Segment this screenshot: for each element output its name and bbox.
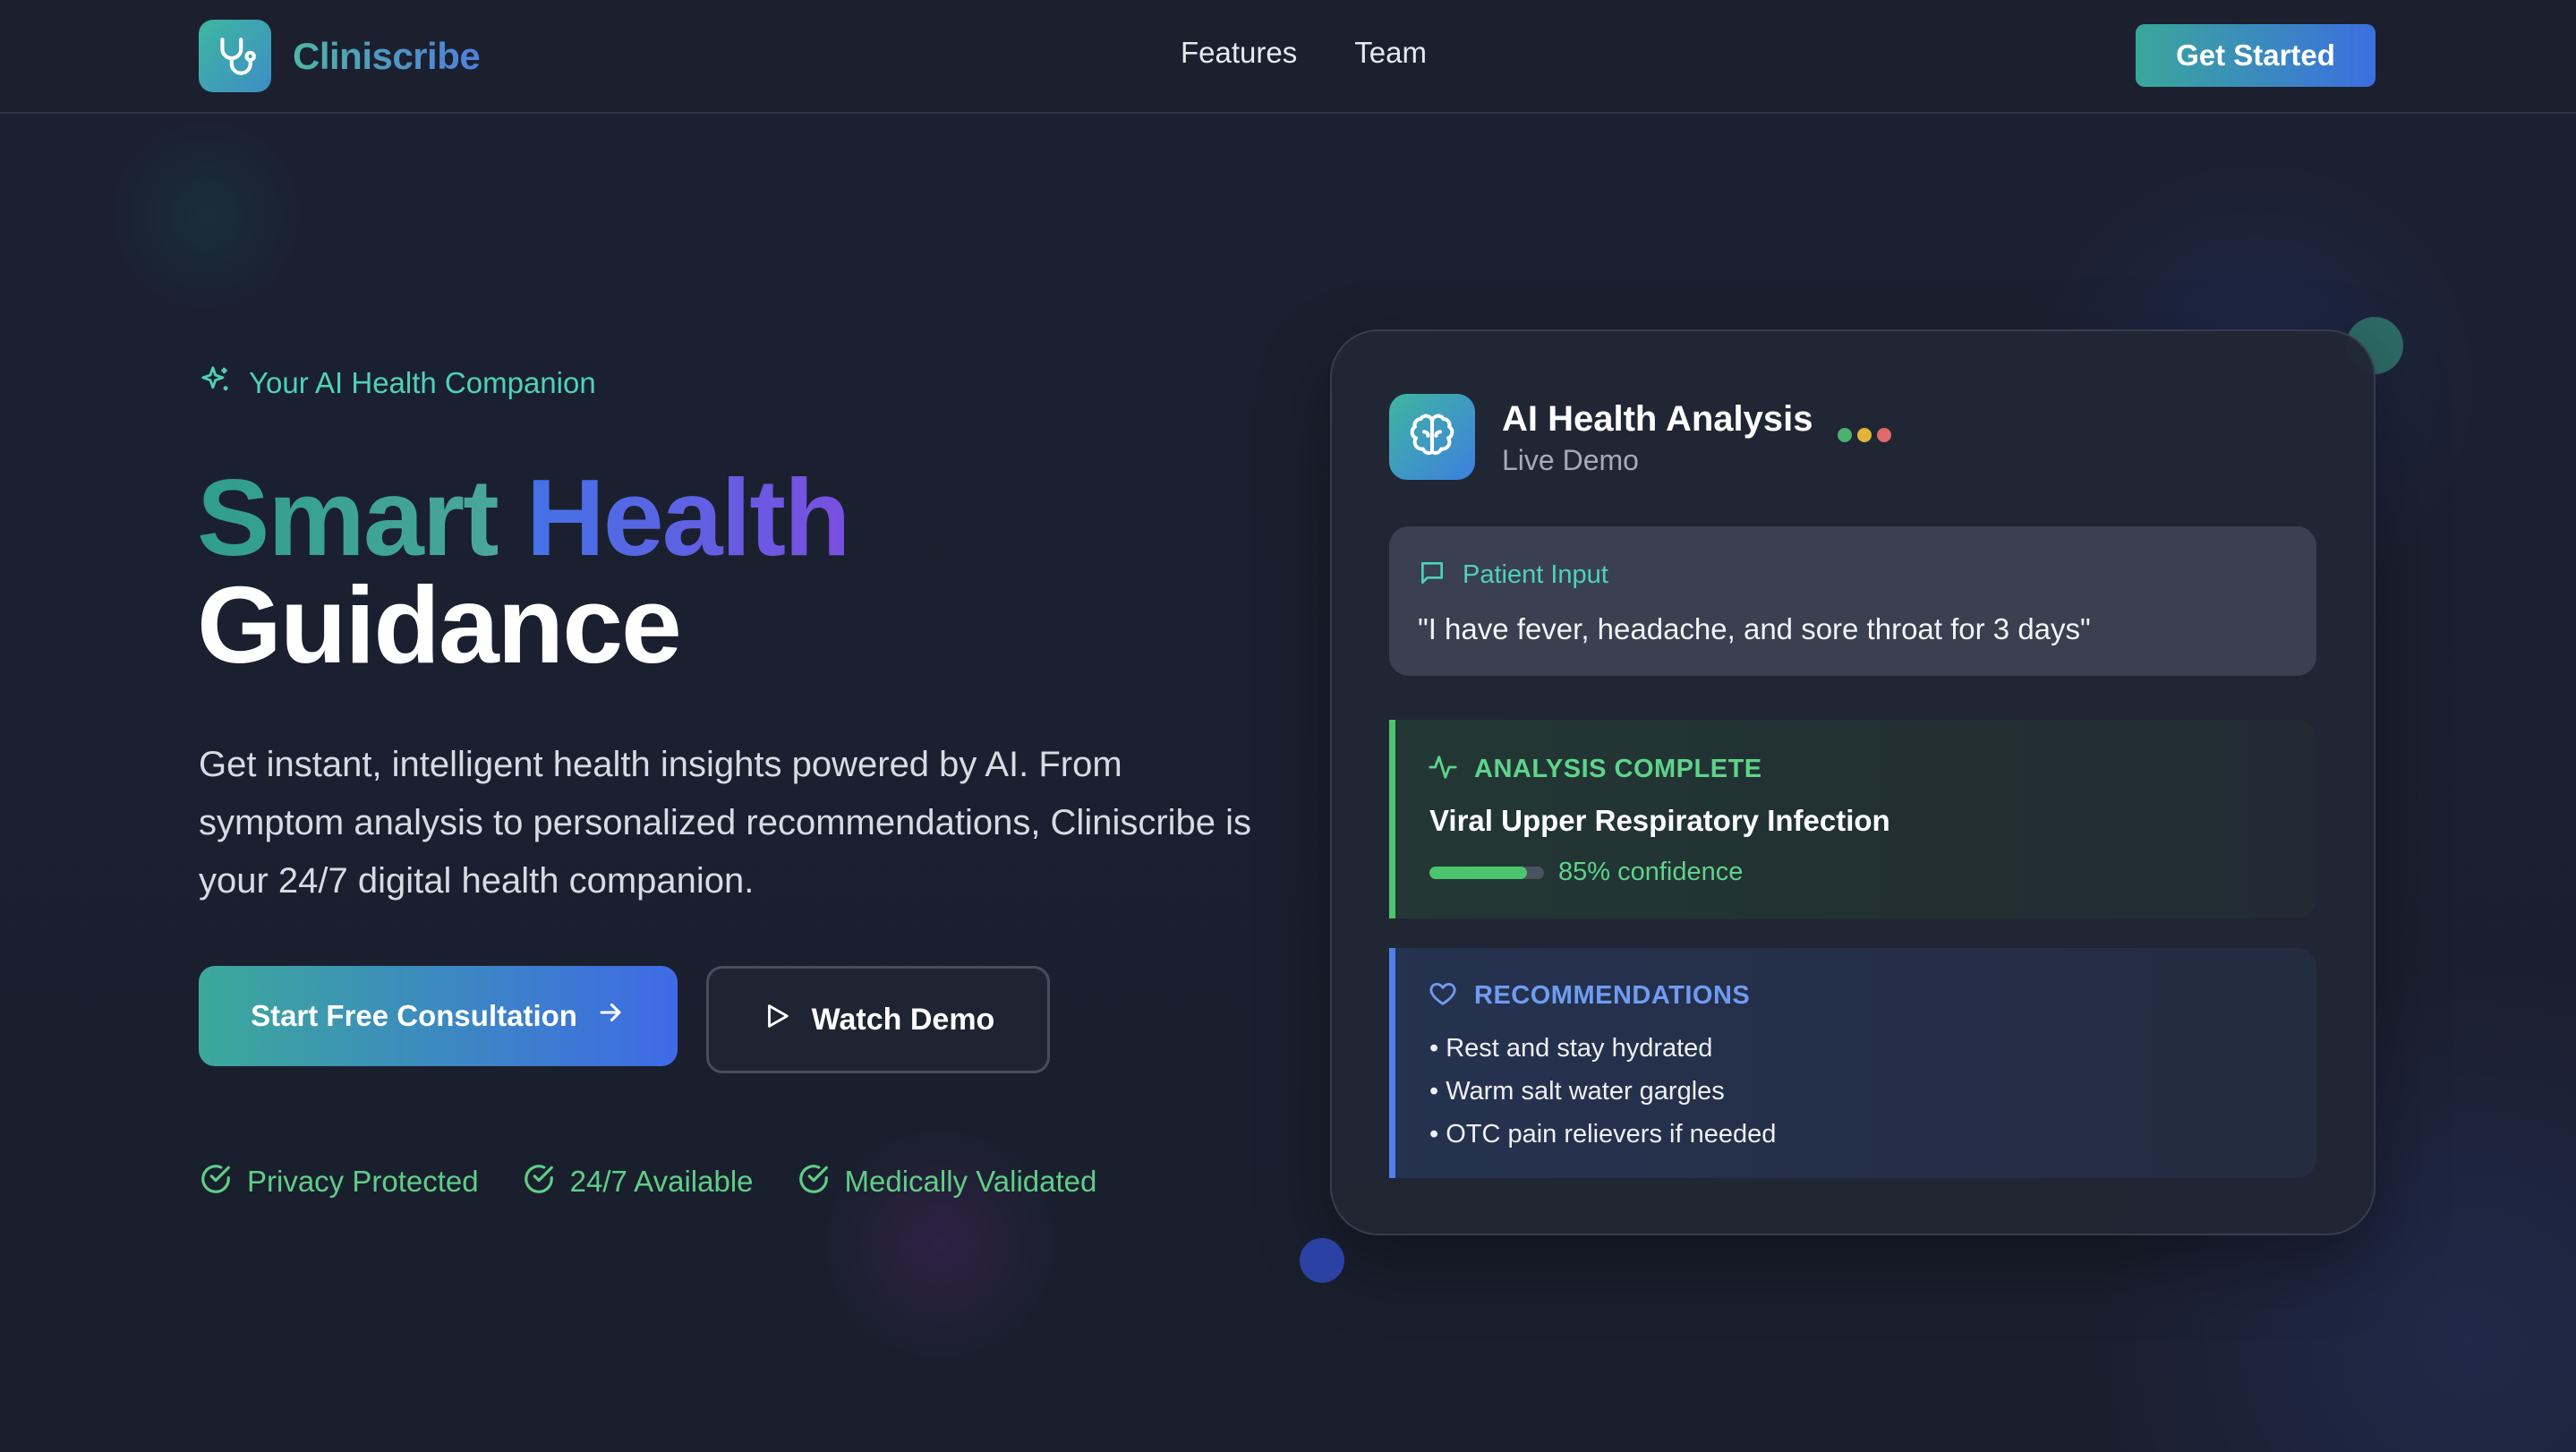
brain-icon: [1389, 394, 1475, 480]
decorative-orb: [1300, 1238, 1344, 1283]
recommendations-list: • Rest and stay hydrated • Warm salt wat…: [1429, 1027, 1776, 1156]
arrow-right-icon: [595, 997, 626, 1035]
trust-badges: Privacy Protected 24/7 Available Medical…: [199, 1162, 1096, 1200]
watch-demo-button[interactable]: Watch Demo: [706, 966, 1050, 1073]
stethoscope-icon: [199, 20, 271, 92]
hero-description: Get instant, intelligent health insights…: [199, 745, 1252, 901]
badge-validated: Medically Validated: [797, 1162, 1097, 1200]
badge-label: Privacy Protected: [247, 1164, 479, 1198]
heart-icon: [1428, 978, 1458, 1013]
tagline-text: Your AI Health Companion: [249, 365, 596, 399]
patient-input-panel: Patient Input "I have fever, headache, a…: [1389, 526, 2316, 676]
confidence-bar-fill: [1429, 866, 1527, 879]
start-consultation-label: Start Free Consultation: [251, 999, 577, 1032]
status-dot: [1877, 428, 1891, 442]
message-square-icon: [1418, 559, 1446, 592]
nav-link-team[interactable]: Team: [1354, 36, 1427, 70]
badge-privacy: Privacy Protected: [199, 1162, 479, 1200]
check-circle-icon: [199, 1162, 233, 1200]
landing-page: Cliniscribe Features Team Get Started Yo…: [0, 0, 2576, 1452]
start-consultation-button[interactable]: Start Free Consultation: [199, 966, 678, 1066]
brand[interactable]: Cliniscribe: [199, 20, 481, 92]
tagline: Your AI Health Companion: [199, 363, 596, 402]
badge-label: 24/7 Available: [569, 1164, 754, 1198]
play-icon: [762, 1001, 792, 1039]
patient-input-label: Patient Input: [1463, 560, 1608, 589]
card-header: AI Health Analysis Live Demo: [1389, 394, 1813, 480]
headline-word-smart: Smart: [197, 457, 499, 578]
recommendations-panel: RECOMMENDATIONS • Rest and stay hydrated…: [1389, 948, 2316, 1178]
analysis-panel: ANALYSIS COMPLETE Viral Upper Respirator…: [1389, 720, 2316, 918]
sparkles-icon: [199, 363, 233, 402]
diagnosis-text: Viral Upper Respiratory Infection: [1429, 804, 1890, 837]
top-navbar: Cliniscribe Features Team Get Started: [0, 0, 2576, 114]
status-dot: [1838, 428, 1852, 442]
get-started-button[interactable]: Get Started: [2136, 24, 2376, 87]
analysis-status: ANALYSIS COMPLETE: [1474, 755, 1762, 783]
brand-name: Cliniscribe: [293, 34, 481, 77]
confidence-label: 85% confidence: [1558, 858, 1744, 886]
badge-availability: 24/7 Available: [522, 1162, 754, 1200]
badge-label: Medically Validated: [844, 1164, 1097, 1198]
card-subtitle: Live Demo: [1502, 443, 1639, 476]
nav-link-features[interactable]: Features: [1181, 36, 1297, 70]
activity-icon: [1428, 752, 1458, 787]
recommendation-item: • OTC pain relievers if needed: [1429, 1120, 1777, 1149]
headline-word-guidance: Guidance: [197, 564, 682, 686]
patient-input-quote: "I have fever, headache, and sore throat…: [1418, 612, 2091, 645]
check-circle-icon: [797, 1162, 831, 1200]
ai-analysis-demo-card: AI Health Analysis Live Demo Patient Inp…: [1330, 329, 2376, 1235]
recommendations-label: RECOMMENDATIONS: [1474, 981, 1751, 1010]
status-dots: [1838, 428, 1891, 442]
recommendation-item: • Rest and stay hydrated: [1429, 1034, 1713, 1063]
recommendation-item: • Warm salt water gargles: [1429, 1077, 1725, 1106]
card-title: AI Health Analysis: [1502, 398, 1813, 439]
status-dot: [1857, 428, 1872, 442]
headline-word-health: Health: [525, 457, 851, 578]
nav-links: Features Team: [1181, 36, 1427, 70]
hero-headline: Smart Health Guidance: [197, 463, 851, 686]
check-circle-icon: [522, 1162, 556, 1200]
watch-demo-label: Watch Demo: [811, 1002, 995, 1037]
confidence-row: 85% confidence: [1429, 858, 1743, 887]
confidence-bar: [1429, 866, 1544, 879]
